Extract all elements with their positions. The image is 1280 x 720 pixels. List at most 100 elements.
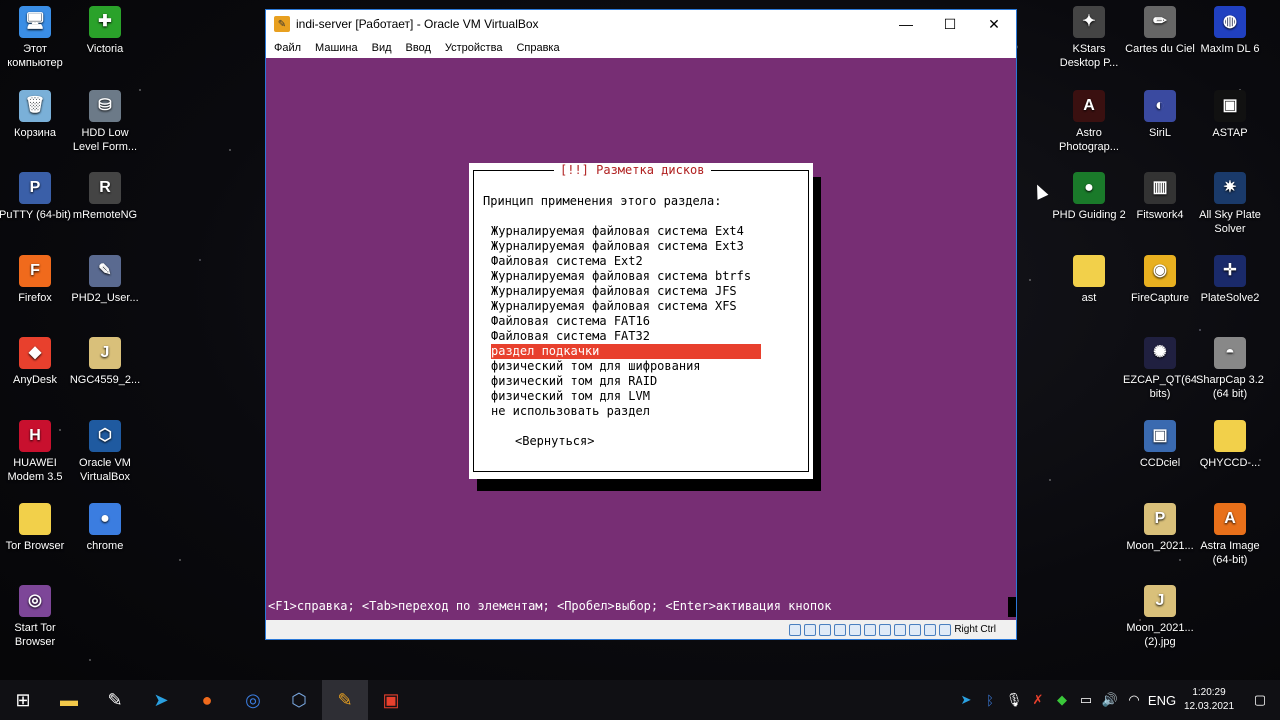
desktop-icon-fitswork[interactable]: ▥ Fitswork4 (1122, 172, 1198, 222)
desktop-icon-label: Tor Browser (5, 540, 65, 552)
menu-file[interactable]: Файл (274, 42, 301, 54)
option-item[interactable]: Файловая система Ext2 (491, 254, 761, 269)
desktop-icon-folder[interactable]: Tor Browser (0, 503, 73, 553)
shared-folders-icon[interactable] (864, 623, 877, 636)
network-status-icon[interactable] (834, 623, 847, 636)
desktop-icon-hdd[interactable]: ⛁ HDD Low Level Form... (67, 90, 143, 154)
desktop-icon-jpg[interactable]: J Moon_2021... (2).jpg (1122, 585, 1198, 649)
option-item-selected[interactable]: раздел подкачки (491, 344, 761, 359)
taskbar-camtasia-icon[interactable]: ▣ (368, 680, 414, 720)
desktop-icon-folder[interactable]: QHYCCD-... (1192, 420, 1268, 470)
tray-clock[interactable]: 1:20:29 12.03.2021 (1178, 686, 1240, 714)
desktop-icon-chrome[interactable]: ● chrome (67, 503, 143, 553)
option-item[interactable]: Журналируемая файловая система JFS (491, 284, 761, 299)
taskbar-chrome-icon[interactable]: ◎ (230, 680, 276, 720)
desktop-icon-png[interactable]: P Moon_2021... (1122, 503, 1198, 553)
desktop-icon-putty[interactable]: P PuTTY (64-bit) (0, 172, 73, 222)
desktop-icon-computer[interactable]: 🖥 Этот компьютер (0, 6, 73, 70)
menu-machine[interactable]: Машина (315, 42, 358, 54)
minimize-button[interactable]: — (884, 10, 928, 38)
recording-status-icon[interactable] (894, 623, 907, 636)
clock-date: 12.03.2021 (1183, 701, 1235, 712)
start-windows-icon[interactable]: ⊞ (0, 680, 46, 720)
menu-help[interactable]: Справка (516, 42, 559, 54)
menu-devices[interactable]: Устройства (445, 42, 503, 54)
desktop-icon-astro-photography[interactable]: A Astro Photograp... (1051, 90, 1127, 154)
vm-screen[interactable]: [!!] Разметка дисков Принцип применения … (266, 58, 1016, 621)
desktop-icon-folder[interactable]: ast (1051, 255, 1127, 305)
usb-status-icon[interactable] (849, 623, 862, 636)
desktop-icon-platesolve[interactable]: ✛ PlateSolve2 (1192, 255, 1268, 305)
option-item[interactable]: физический том для RAID (491, 374, 761, 389)
tray-volume-icon[interactable]: 🔊 (1098, 692, 1122, 708)
menu-view[interactable]: Вид (372, 42, 392, 54)
virtualbox-window[interactable]: ✎ indi-server [Работает] - Oracle VM Vir… (265, 9, 1017, 640)
optical-status-icon[interactable] (804, 623, 817, 636)
tray-language[interactable]: ENG (1146, 693, 1178, 708)
desktop-icon-virtualbox[interactable]: ⬡ Oracle VM VirtualBox (67, 420, 143, 484)
back-button[interactable]: <Вернуться> (515, 434, 594, 448)
mouse-integration-icon[interactable] (924, 623, 937, 636)
desktop-icon-ezcap[interactable]: ✺ EZCAP_QT(64 bits) (1122, 337, 1198, 401)
desktop-icon-label: Fitswork4 (1136, 209, 1184, 221)
sharpcap-icon: ◓ (1214, 337, 1246, 369)
desktop-icon-siril[interactable]: ◐ SiriL (1122, 90, 1198, 140)
desktop-icon-maxim[interactable]: ◍ MaxIm DL 6 (1192, 6, 1268, 56)
taskbar-phd2-icon[interactable]: ✎ (92, 680, 138, 720)
system-tray: ➤ ᛒ 🎙 ✗ ◆ ▭ 🔊 ◠ ENG 1:20:29 12.03.2021 ▢ (954, 686, 1280, 714)
desktop-icon-sharpcap[interactable]: ◓ SharpCap 3.2 (64 bit) (1192, 337, 1268, 401)
desktop-icon-firefox[interactable]: F Firefox (0, 255, 73, 305)
tray-bluetooth-icon[interactable]: ᛒ (978, 693, 1002, 708)
tray-app-icon[interactable]: ✗ (1026, 692, 1050, 708)
desktop-icon-kstars[interactable]: ✦ KStars Desktop P... (1051, 6, 1127, 70)
desktop-icon-victoria[interactable]: ✚ Victoria (67, 6, 143, 56)
tray-battery-icon[interactable]: ▭ (1074, 692, 1098, 708)
window-titlebar[interactable]: ✎ indi-server [Работает] - Oracle VM Vir… (266, 10, 1016, 38)
tray-microphone-icon[interactable]: 🎙 (1002, 692, 1026, 708)
tray-green-icon[interactable]: ◆ (1050, 692, 1074, 708)
option-item[interactable]: Файловая система FAT16 (491, 314, 761, 329)
option-item[interactable]: Журналируемая файловая система Ext3 (491, 239, 761, 254)
tray-network-icon[interactable]: ◠ (1122, 692, 1146, 708)
virtualbox-app-icon: ✎ (274, 16, 290, 32)
menu-input[interactable]: Ввод (406, 42, 431, 54)
notification-center-icon[interactable]: ▢ (1240, 692, 1280, 708)
option-item[interactable]: Файловая система FAT32 (491, 329, 761, 344)
desktop-icon-phd-guiding[interactable]: ● PHD Guiding 2 (1051, 172, 1127, 222)
desktop-icon-document[interactable]: ✎ PHD2_User... (67, 255, 143, 305)
close-button[interactable]: ✕ (972, 10, 1016, 38)
taskbar-vm-window-icon[interactable]: ✎ (322, 680, 368, 720)
maximize-button[interactable]: ☐ (928, 10, 972, 38)
desktop-icon-mremoteng[interactable]: RmRemoteNG (67, 172, 143, 222)
taskbar-explorer-icon[interactable]: ▬ (46, 680, 92, 720)
taskbar-virtualbox-icon[interactable]: ⬡ (276, 680, 322, 720)
option-item[interactable]: физический том для LVM (491, 389, 761, 404)
desktop-icon-jpg[interactable]: J NGC4559_2... (67, 337, 143, 387)
dialog-title: [!!] Разметка дисков (554, 163, 711, 178)
option-item[interactable]: Журналируемая файловая система XFS (491, 299, 761, 314)
option-item[interactable]: Журналируемая файловая система btrfs (491, 269, 761, 284)
option-item[interactable]: Журналируемая файловая система Ext4 (491, 224, 761, 239)
desktop-icon-astra-image[interactable]: A Astra Image (64-bit) (1192, 503, 1268, 567)
desktop-icon-cartes-du-ciel[interactable]: ✏ Cartes du Ciel (1122, 6, 1198, 56)
option-item[interactable]: не использовать раздел (491, 404, 761, 419)
desktop-icon-allsky[interactable]: ✷ All Sky Plate Solver (1192, 172, 1268, 236)
tray-telegram-icon[interactable]: ➤ (954, 692, 978, 708)
audio-status-icon[interactable] (819, 623, 832, 636)
hdd-status-icon[interactable] (789, 623, 802, 636)
huawei-icon: H (19, 420, 51, 452)
desktop-icon-huawei[interactable]: H HUAWEI Modem 3.5 (0, 420, 73, 484)
display-status-icon[interactable] (879, 623, 892, 636)
desktop-icon-label: PHD Guiding 2 (1052, 209, 1126, 221)
taskbar-telegram-icon[interactable]: ➤ (138, 680, 184, 720)
cpu-status-icon[interactable] (909, 623, 922, 636)
keyboard-capture-icon[interactable] (939, 623, 952, 636)
desktop-icon-firecapture[interactable]: ◉ FireCapture (1122, 255, 1198, 305)
desktop-icon-anydesk[interactable]: ◆ AnyDesk (0, 337, 73, 387)
taskbar-firefox-icon[interactable]: ● (184, 680, 230, 720)
desktop-icon-astap[interactable]: ▣ ASTAP (1192, 90, 1268, 140)
option-item[interactable]: физический том для шифрования (491, 359, 761, 374)
desktop-icon-recycle-bin[interactable]: 🗑 Корзина (0, 90, 73, 140)
desktop-icon-ccdciel[interactable]: ▣ CCDciel (1122, 420, 1198, 470)
desktop-icon-tor[interactable]: ◎ Start Tor Browser (0, 585, 73, 649)
